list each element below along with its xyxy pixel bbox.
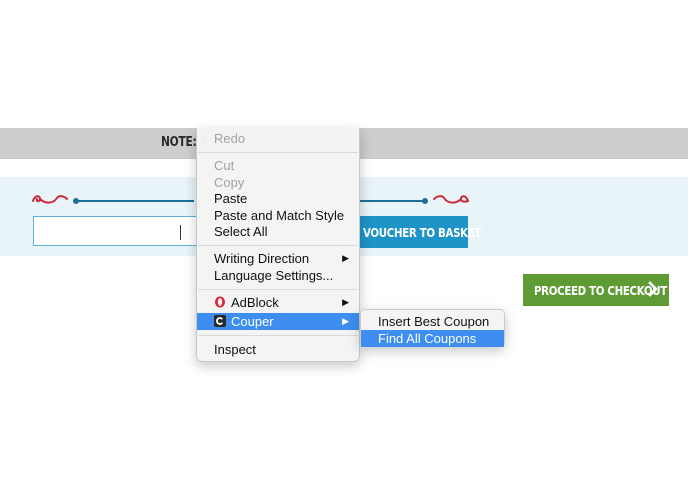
- menu-separator: [198, 152, 358, 153]
- menu-item-label: Copy: [214, 175, 245, 190]
- menu-separator: [198, 245, 358, 246]
- menu-item-writing-direction[interactable]: Writing Direction ▶: [197, 250, 359, 267]
- menu-item-label: Find All Coupons: [378, 331, 477, 346]
- swirl-right-icon: [433, 195, 470, 204]
- menu-item-label: Couper: [231, 314, 274, 329]
- menu-item-label: Paste and Match Style: [214, 208, 345, 223]
- menu-item-copy[interactable]: Copy: [197, 174, 359, 191]
- checkout-button-label: PROCEED TO CHECKOUT: [534, 282, 667, 298]
- menu-item-paste[interactable]: Paste: [197, 190, 359, 207]
- menu-item-couper[interactable]: Couper ▶: [197, 313, 359, 330]
- couper-submenu: Insert Best Coupon Find All Coupons: [360, 309, 505, 347]
- divider-right: [360, 200, 425, 202]
- add-voucher-button-label: VOUCHER TO BASKET: [363, 224, 482, 240]
- submenu-arrow-icon: ▶: [342, 297, 349, 307]
- submenu-item-insert-best-coupon[interactable]: Insert Best Coupon: [361, 313, 504, 330]
- menu-item-label: Writing Direction: [214, 251, 310, 266]
- menu-separator: [198, 289, 358, 290]
- swirl-left-icon: [32, 195, 68, 204]
- menu-separator: [198, 335, 358, 336]
- opera-o-icon: [215, 296, 225, 308]
- submenu-arrow-icon: ▶: [342, 253, 349, 263]
- proceed-to-checkout-button[interactable]: PROCEED TO CHECKOUT: [523, 274, 669, 306]
- menu-item-cut[interactable]: Cut: [197, 157, 359, 174]
- chevron-right-icon: [648, 281, 658, 297]
- menu-item-select-all[interactable]: Select All: [197, 223, 359, 240]
- submenu-item-find-all-coupons[interactable]: Find All Coupons: [361, 330, 504, 347]
- menu-item-label: AdBlock: [231, 295, 279, 310]
- menu-item-label: Cut: [214, 158, 235, 173]
- menu-item-paste-and-match-style[interactable]: Paste and Match Style: [197, 207, 359, 224]
- menu-item-label: Inspect: [214, 342, 256, 357]
- menu-item-label: Language Settings...: [214, 268, 334, 283]
- menu-item-adblock[interactable]: AdBlock ▶: [197, 294, 359, 311]
- menu-item-redo[interactable]: Redo: [197, 130, 359, 147]
- context-menu: Redo Cut Copy Paste Paste and Match Styl…: [196, 128, 360, 362]
- divider-dot-right: [422, 198, 428, 204]
- submenu-arrow-icon: ▶: [342, 316, 349, 326]
- menu-item-language-settings[interactable]: Language Settings...: [197, 267, 359, 284]
- menu-item-label: Insert Best Coupon: [378, 314, 490, 329]
- couper-c-icon: [214, 315, 226, 327]
- voucher-code-input[interactable]: [33, 216, 199, 246]
- add-voucher-button[interactable]: VOUCHER TO BASKET: [358, 216, 481, 248]
- divider-left: [76, 200, 194, 202]
- menu-item-label: Paste: [214, 191, 248, 206]
- menu-item-inspect[interactable]: Inspect: [197, 341, 359, 358]
- menu-item-label: Redo: [214, 131, 246, 146]
- text-caret: [180, 225, 181, 240]
- menu-item-label: Select All: [214, 224, 268, 239]
